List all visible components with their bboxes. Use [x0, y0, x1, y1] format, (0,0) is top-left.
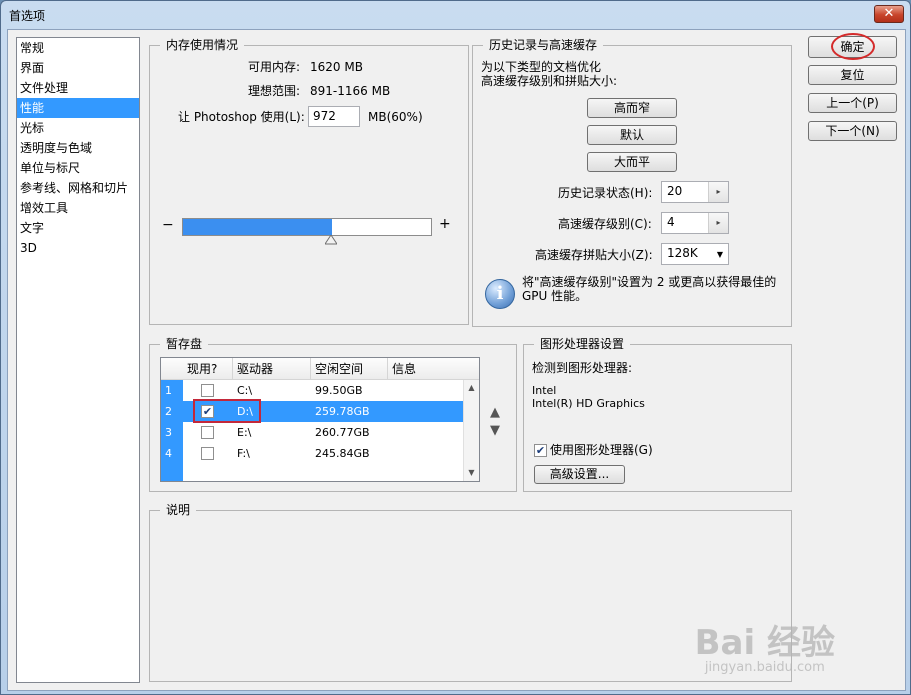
memory-usage-title: 内存使用情况 — [160, 37, 245, 53]
scratch-disks-title: 暂存盘 — [160, 336, 209, 352]
scroll-down-icon[interactable]: ▼ — [464, 466, 479, 480]
slider-thumb-icon[interactable] — [325, 235, 337, 245]
table-scrollbar[interactable]: ▲ ▼ — [463, 380, 479, 481]
gpu-settings-group: 图形处理器设置 检测到图形处理器: Intel Intel(R) HD Grap… — [523, 336, 792, 492]
available-memory-value: 1620 MB — [310, 60, 363, 74]
advanced-settings-button[interactable]: 高级设置... — [534, 465, 625, 484]
active-checkbox[interactable] — [201, 447, 214, 460]
active-checkbox[interactable] — [201, 426, 214, 439]
drive-cell: E:\ — [237, 426, 252, 439]
row-number: 3 — [161, 422, 183, 443]
row-number: 2 — [161, 401, 183, 422]
sidebar-item-cursors[interactable]: 光标 — [17, 118, 139, 138]
use-gpu-checkbox[interactable]: ✔ — [534, 444, 547, 457]
column-active[interactable]: 现用? — [183, 358, 233, 380]
next-button[interactable]: 下一个(N) — [808, 121, 897, 141]
baidu-jingyan-watermark: Bai 经验 jingyan.baidu.com — [695, 615, 835, 675]
history-cache-title: 历史记录与高速缓存 — [483, 37, 604, 53]
row-number: 4 — [161, 443, 183, 464]
table-header: 现用? 驱动器 空闲空间 信息 — [161, 358, 479, 380]
plus-icon[interactable]: + — [439, 216, 451, 232]
gpu-model: Intel(R) HD Graphics — [532, 397, 645, 410]
active-checkbox[interactable] — [201, 384, 214, 397]
sidebar-item-guides-grid[interactable]: 参考线、网格和切片 — [17, 178, 139, 198]
info-icon: i — [485, 279, 515, 309]
table-row[interactable]: 4 F:\ 245.84GB — [161, 443, 463, 464]
close-button[interactable]: ✕ — [874, 5, 904, 23]
gpu-detected-label: 检测到图形处理器: — [532, 361, 633, 375]
column-info[interactable]: 信息 — [388, 358, 479, 380]
tall-thin-button[interactable]: 高而窄 — [587, 98, 677, 118]
tile-size-label: 高速缓存拼贴大小(Z): — [535, 248, 653, 262]
cache-levels-label: 高速缓存级别(C): — [558, 217, 652, 231]
sidebar-item-plugins[interactable]: 增效工具 — [17, 198, 139, 218]
cache-levels-stepper[interactable]: 4 ▸ — [661, 212, 729, 234]
gpu-settings-title: 图形处理器设置 — [534, 336, 631, 352]
previous-button[interactable]: 上一个(P) — [808, 93, 897, 113]
move-up-icon[interactable]: ▲ — [490, 405, 500, 421]
selected-drive-highlight — [193, 399, 261, 423]
drive-cell: C:\ — [237, 384, 253, 397]
memory-slider[interactable] — [182, 218, 432, 236]
ideal-range-label: 理想范围: — [248, 84, 301, 98]
photoshop-memory-label: 让 Photoshop 使用(L): — [178, 110, 305, 124]
photoshop-memory-suffix: MB(60%) — [368, 110, 423, 124]
free-space-cell: 99.50GB — [315, 384, 363, 397]
watermark-url: jingyan.baidu.com — [704, 660, 825, 675]
dialog-client: 常规 界面 文件处理 性能 光标 透明度与色域 单位与标尺 参考线、网格和切片 … — [7, 29, 906, 691]
free-space-cell: 245.84GB — [315, 447, 370, 460]
scratch-disk-table: 现用? 驱动器 空闲空间 信息 1 C:\ 99.50GB 2 ✔ D:\ 25… — [160, 357, 480, 482]
drive-cell: F:\ — [237, 447, 250, 460]
use-gpu-label[interactable]: 使用图形处理器(G) — [550, 442, 653, 458]
free-space-cell: 259.78GB — [315, 405, 370, 418]
move-down-icon[interactable]: ▼ — [490, 423, 500, 439]
sidebar-item-general[interactable]: 常规 — [17, 38, 139, 58]
row-number-filler — [161, 464, 183, 481]
minus-icon[interactable]: − — [162, 217, 174, 233]
available-memory-label: 可用内存: — [248, 60, 301, 74]
cache-levels-value: 4 — [667, 215, 675, 229]
reset-button[interactable]: 复位 — [808, 65, 897, 85]
optimize-desc-line2: 高速缓存级别和拼贴大小: — [481, 74, 618, 88]
sidebar-item-3d[interactable]: 3D — [17, 238, 139, 258]
table-row[interactable]: 3 E:\ 260.77GB — [161, 422, 463, 443]
title-bar[interactable]: 首选项 ✕ — [1, 1, 910, 29]
description-title: 说明 — [160, 502, 197, 518]
sidebar-item-file-handling[interactable]: 文件处理 — [17, 78, 139, 98]
scratch-disks-group: 暂存盘 现用? 驱动器 空闲空间 信息 1 C:\ 99.50GB 2 ✔ D:… — [149, 336, 517, 492]
photoshop-memory-input[interactable]: 972 — [308, 106, 360, 127]
stepper-arrow-icon[interactable]: ▸ — [708, 182, 728, 202]
preferences-window: 首选项 ✕ 常规 界面 文件处理 性能 光标 透明度与色域 单位与标尺 参考线、… — [0, 0, 911, 695]
memory-slider-fill — [183, 219, 332, 235]
gpu-tip-line2: GPU 性能。 — [522, 289, 588, 303]
history-states-value: 20 — [667, 184, 683, 198]
tile-size-dropdown[interactable]: 128K ▼ — [661, 243, 729, 265]
sidebar-item-units-rulers[interactable]: 单位与标尺 — [17, 158, 139, 178]
watermark-logo-text: Bai 经验 — [694, 623, 835, 663]
sidebar-item-interface[interactable]: 界面 — [17, 58, 139, 78]
history-states-label: 历史记录状态(H): — [558, 186, 653, 200]
tile-size-value: 128K — [667, 246, 698, 260]
free-space-cell: 260.77GB — [315, 426, 370, 439]
window-title: 首选项 — [9, 9, 46, 23]
memory-usage-group: 内存使用情况 可用内存: 1620 MB 理想范围: 891-1166 MB 让… — [149, 37, 469, 325]
default-button[interactable]: 默认 — [587, 125, 677, 145]
big-flat-button[interactable]: 大而平 — [587, 152, 677, 172]
sidebar-item-performance[interactable]: 性能 — [17, 98, 139, 118]
stepper-arrow-icon[interactable]: ▸ — [708, 213, 728, 233]
ideal-range-value: 891-1166 MB — [310, 84, 391, 98]
chevron-down-icon[interactable]: ▼ — [717, 247, 723, 263]
history-cache-group: 历史记录与高速缓存 为以下类型的文档优化 高速缓存级别和拼贴大小: 高而窄 默认… — [472, 37, 792, 327]
column-free-space[interactable]: 空闲空间 — [311, 358, 388, 380]
sidebar-item-transparency[interactable]: 透明度与色域 — [17, 138, 139, 158]
row-number: 1 — [161, 380, 183, 401]
history-states-stepper[interactable]: 20 ▸ — [661, 181, 729, 203]
sidebar-item-type[interactable]: 文字 — [17, 218, 139, 238]
ok-button-highlight — [831, 33, 875, 60]
scroll-up-icon[interactable]: ▲ — [464, 381, 479, 395]
category-list[interactable]: 常规 界面 文件处理 性能 光标 透明度与色域 单位与标尺 参考线、网格和切片 … — [16, 37, 140, 683]
column-drive[interactable]: 驱动器 — [233, 358, 311, 380]
table-row[interactable]: 1 C:\ 99.50GB — [161, 380, 463, 401]
